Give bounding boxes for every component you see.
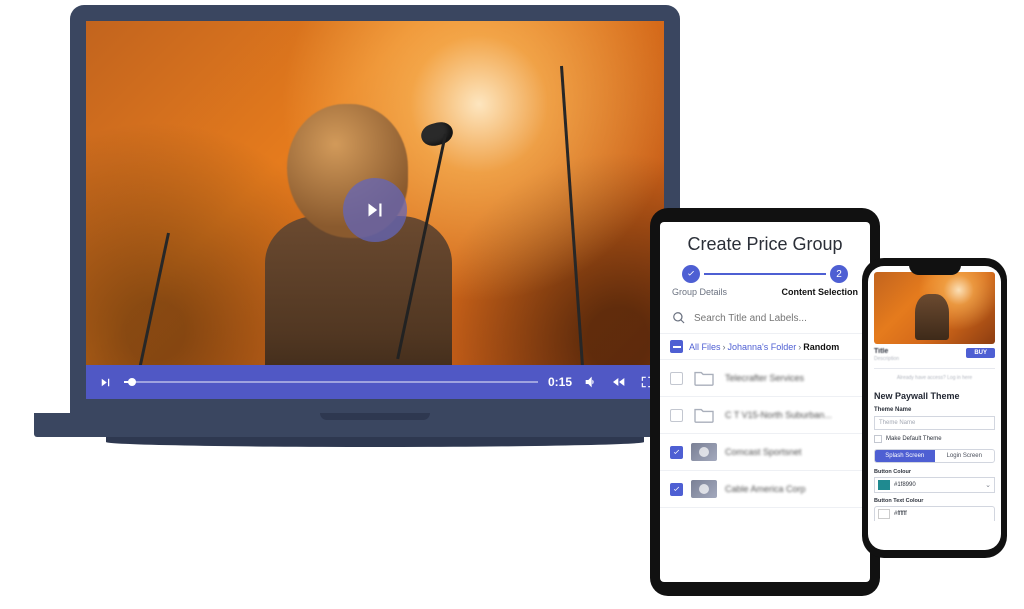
select-all-checkbox[interactable] xyxy=(670,340,683,353)
row-checkbox[interactable] xyxy=(670,483,683,496)
list-item[interactable]: Telecrafter Services xyxy=(660,360,870,397)
tablet-screen: Create Price Group 2 Group Details Conte… xyxy=(660,222,870,582)
row-name: Telecrafter Services xyxy=(725,373,804,383)
video-controls: 0:15 xyxy=(86,365,664,399)
file-list: Telecrafter Services C T V15-North Subur… xyxy=(660,360,870,582)
tab-login-screen[interactable]: Login Screen xyxy=(935,450,995,462)
checkbox-icon xyxy=(874,435,882,443)
buy-button[interactable]: BUY xyxy=(966,348,995,358)
row-checkbox[interactable] xyxy=(670,372,683,385)
volume-button[interactable] xyxy=(582,373,600,391)
time-display: 0:15 xyxy=(548,375,572,389)
screen-toggle: Splash Screen Login Screen xyxy=(874,449,995,463)
check-icon xyxy=(686,269,696,279)
check-icon xyxy=(672,485,681,494)
breadcrumb-seg[interactable]: Random xyxy=(803,342,839,352)
step-connector xyxy=(704,273,826,275)
button-colour-value: #1f8990 xyxy=(894,482,916,488)
make-default-label: Make Default Theme xyxy=(886,436,942,442)
swatch-icon xyxy=(878,509,890,519)
play-next-overlay-button[interactable] xyxy=(343,178,407,242)
swatch-icon xyxy=(878,480,890,490)
phone-notch xyxy=(909,263,961,275)
step-2-label: Content Selection xyxy=(781,287,858,297)
rewind-button[interactable] xyxy=(610,373,628,391)
laptop-foot xyxy=(106,437,644,447)
play-next-button[interactable] xyxy=(96,373,114,391)
laptop-screen: 0:15 xyxy=(70,5,680,413)
button-text-colour-value: #ffffff xyxy=(894,511,907,517)
singer-figure xyxy=(265,104,485,384)
breadcrumb-seg[interactable]: All Files xyxy=(689,342,721,352)
paywall-title: Title xyxy=(874,348,899,355)
theme-name-field[interactable]: Theme Name xyxy=(874,416,995,430)
button-colour-picker[interactable]: #1f8990 ⌄ xyxy=(874,477,995,493)
chevron-down-icon: ⌄ xyxy=(985,481,991,489)
row-checkbox[interactable] xyxy=(670,446,683,459)
paywall-hero-image xyxy=(874,272,995,344)
tablet-device: Create Price Group 2 Group Details Conte… xyxy=(650,208,880,596)
video-player[interactable]: 0:15 xyxy=(86,21,664,399)
list-item[interactable]: Comcast Sportsnet xyxy=(660,434,870,471)
breadcrumb-seg[interactable]: Johanna's Folder xyxy=(728,342,797,352)
rewind-icon xyxy=(611,374,627,390)
step-labels: Group Details Content Selection xyxy=(660,283,870,307)
button-text-colour-picker[interactable]: #ffffff xyxy=(874,506,995,521)
tab-splash-screen[interactable]: Splash Screen xyxy=(875,450,935,462)
step-1-label: Group Details xyxy=(672,287,727,297)
make-default-checkbox[interactable]: Make Default Theme xyxy=(874,435,995,443)
button-text-colour-label: Button Text Colour xyxy=(874,498,995,504)
breadcrumb-row: All Files›Johanna's Folder›Random xyxy=(660,333,870,360)
laptop-device: 0:15 xyxy=(70,5,680,447)
list-item[interactable]: C T V15-North Suburban... xyxy=(660,397,870,434)
login-hint[interactable]: Already have access? Log in here xyxy=(874,375,995,381)
page-title: Create Price Group xyxy=(660,222,870,265)
paywall-desc: Description xyxy=(874,356,899,362)
breadcrumb[interactable]: All Files›Johanna's Folder›Random xyxy=(689,342,839,352)
skip-next-icon xyxy=(362,197,388,223)
button-colour-label: Button Colour xyxy=(874,469,995,475)
phone-device: Title Description BUY Already have acces… xyxy=(862,258,1007,558)
folder-icon xyxy=(691,406,717,424)
list-item[interactable]: Cable America Corp xyxy=(660,471,870,508)
row-name: C T V15-North Suburban... xyxy=(725,410,832,420)
row-name: Cable America Corp xyxy=(725,484,806,494)
stepper: 2 xyxy=(660,265,870,283)
search-input[interactable] xyxy=(694,313,858,324)
theme-name-label: Theme Name xyxy=(874,407,995,413)
phone-screen: Title Description BUY Already have acces… xyxy=(868,266,1001,550)
check-icon xyxy=(672,448,681,457)
volume-icon xyxy=(583,374,599,390)
folder-icon xyxy=(691,369,717,387)
video-thumbnail xyxy=(691,480,717,498)
laptop-base xyxy=(34,413,716,437)
video-thumbnail xyxy=(691,443,717,461)
row-checkbox[interactable] xyxy=(670,409,683,422)
step-2-active[interactable]: 2 xyxy=(830,265,848,283)
skip-next-icon xyxy=(98,375,113,390)
section-title: New Paywall Theme xyxy=(874,391,995,401)
row-name: Comcast Sportsnet xyxy=(725,447,802,457)
paywall-card: Title Description BUY xyxy=(874,348,995,369)
seek-bar[interactable] xyxy=(124,381,538,383)
search-row xyxy=(660,307,870,333)
search-icon xyxy=(672,311,686,325)
step-1-done[interactable] xyxy=(682,265,700,283)
